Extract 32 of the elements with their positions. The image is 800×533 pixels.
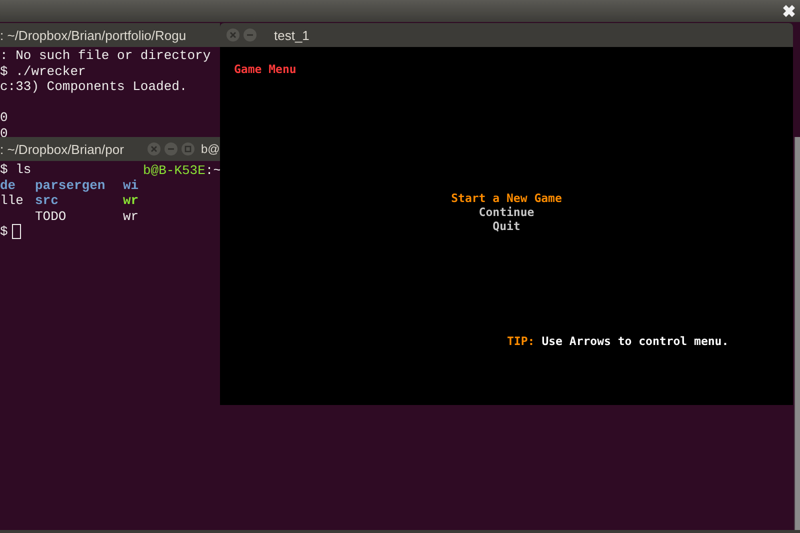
window-title: : ~/Dropbox/Brian/portfolio/Rogu <box>0 28 186 42</box>
window-title: : ~/Dropbox/Brian/por <box>0 142 124 156</box>
file-name: src <box>35 193 58 208</box>
scrollbar[interactable] <box>794 137 800 530</box>
close-icon[interactable] <box>781 3 797 19</box>
tip-text: Use Arrows to control menu. <box>542 334 729 348</box>
file-name: lle <box>0 193 24 208</box>
minimize-icon[interactable] <box>243 28 257 42</box>
prompt-text: $ <box>0 224 8 240</box>
file-name: wi <box>123 178 139 192</box>
file-name: TODO <box>35 208 66 224</box>
menu-item[interactable]: Continue <box>478 205 534 219</box>
file-name: wr <box>123 193 139 208</box>
terminal-line: 0 <box>0 109 9 126</box>
window-title: test_1 <box>273 28 310 42</box>
menu-item[interactable]: Start a New Game <box>451 191 562 205</box>
maximize-icon[interactable] <box>181 142 195 156</box>
terminal-line: $ ./wrecker <box>0 64 87 79</box>
minimize-icon[interactable] <box>164 142 178 156</box>
window-title: b@ <box>200 142 220 156</box>
terminal-line: : No such file or directory <box>0 48 212 64</box>
terminal-prompt: b@B-K53E:~ <box>143 163 222 178</box>
menu-item[interactable]: Quit <box>492 219 520 233</box>
menu-heading: Game Menu <box>234 62 296 76</box>
terminal-line: 0 <box>0 126 9 137</box>
file-name: parsergen <box>35 178 106 192</box>
file-name: de <box>0 178 16 192</box>
file-name: wr <box>123 208 139 224</box>
tip-label: TIP: <box>507 334 535 348</box>
terminal-line: $ ls <box>0 162 32 178</box>
text-cursor <box>12 224 21 240</box>
terminal-line: c:33) Components Loaded. <box>0 79 188 94</box>
